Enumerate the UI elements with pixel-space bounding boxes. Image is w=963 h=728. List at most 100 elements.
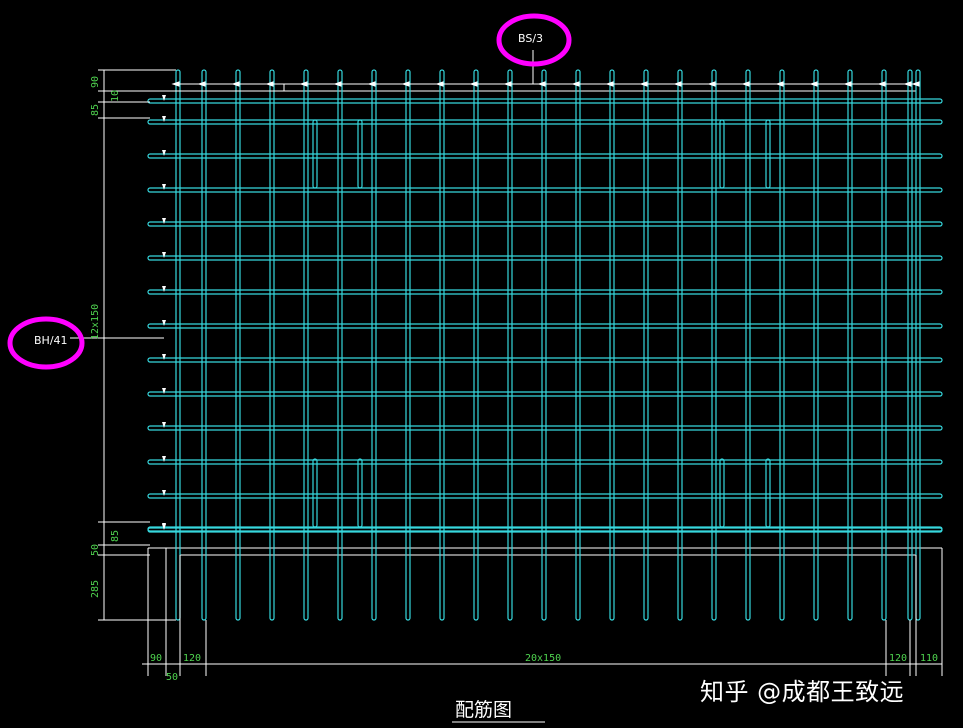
dimension-arrow <box>639 81 648 87</box>
vertical-rebar <box>915 69 921 621</box>
dim-left-85-bottom: 85 <box>110 530 121 542</box>
horizontal-rebar <box>147 391 943 397</box>
dimension-arrow <box>162 184 166 190</box>
dimension-arrow <box>435 81 444 87</box>
vertical-rebar <box>175 69 181 621</box>
dimension-arrow <box>162 320 166 326</box>
horizontal-rebar <box>147 221 943 227</box>
opening-rebar <box>765 458 771 528</box>
vertical-rebar <box>813 69 819 621</box>
dimension-arrow <box>673 81 682 87</box>
horizontal-bar-tag: BH/41 <box>34 334 68 347</box>
dimension-arrow <box>197 81 206 87</box>
vertical-rebar <box>847 69 853 621</box>
horizontal-rebar <box>147 526 943 532</box>
vertical-rebar-group <box>175 69 921 621</box>
horizontal-rebar <box>147 119 943 125</box>
horizontal-rebar <box>147 98 943 104</box>
vertical-rebar <box>745 69 751 621</box>
horizontal-rebar <box>147 255 943 261</box>
dim-bottom-90: 90 <box>150 653 162 664</box>
dimension-arrow <box>503 81 512 87</box>
vertical-rebar <box>201 69 207 621</box>
vertical-rebar <box>269 69 275 621</box>
dimension-arrow <box>741 81 750 87</box>
dimension-arrow <box>162 388 166 394</box>
vertical-rebar <box>235 69 241 621</box>
horizontal-rebar <box>147 323 943 329</box>
opening-rebar <box>357 458 363 528</box>
opening-rebar <box>719 458 725 528</box>
dim-bottom-110: 110 <box>920 653 938 664</box>
vertical-rebar <box>643 69 649 621</box>
dimension-arrow <box>162 490 166 496</box>
vertical-bar-tag: BS/3 <box>518 32 543 45</box>
horizontal-rebar <box>147 289 943 295</box>
dimension-arrow <box>537 81 546 87</box>
dimension-arrow <box>162 422 166 428</box>
dimension-arrow <box>162 150 166 156</box>
dim-left-10: 10 <box>110 90 121 102</box>
horizontal-rebar <box>147 493 943 499</box>
dim-bottom-50: 50 <box>166 672 178 683</box>
horizontal-rebar <box>147 459 943 465</box>
dimension-arrow <box>162 116 166 122</box>
horizontal-rebar <box>147 425 943 431</box>
dimension-arrow <box>605 81 614 87</box>
vertical-rebar <box>907 69 913 621</box>
vertical-rebar <box>405 69 411 621</box>
dimension-arrow <box>775 81 784 87</box>
dim-left-12x150: 12x150 <box>90 304 101 340</box>
panel-outline <box>148 90 942 556</box>
dim-left-285: 285 <box>90 580 101 598</box>
dim-bottom-120-right: 120 <box>889 653 907 664</box>
dimension-arrow <box>911 81 920 87</box>
horizontal-rebar <box>147 187 943 193</box>
dimension-arrow <box>162 95 166 101</box>
horizontal-rebar <box>147 357 943 363</box>
dimension-arrow <box>162 252 166 258</box>
horizontal-rebar-group <box>147 98 943 533</box>
dimension-arrow <box>231 81 240 87</box>
vertical-rebar <box>677 69 683 621</box>
dimension-arrow <box>401 81 410 87</box>
dim-bottom-20x150: 20x150 <box>525 653 561 664</box>
horizontal-rebar <box>147 153 943 159</box>
dimension-arrow <box>162 456 166 462</box>
dimension-arrow <box>171 81 180 87</box>
vertical-rebar <box>371 69 377 621</box>
vertical-rebar <box>881 69 887 621</box>
dimension-arrow <box>571 81 580 87</box>
vertical-rebar <box>337 69 343 621</box>
vertical-rebar <box>779 69 785 621</box>
dimension-arrow <box>265 81 274 87</box>
vertical-rebar <box>473 69 479 621</box>
dimension-arrow <box>843 81 852 87</box>
drawing-caption: 配筋图 <box>455 699 512 721</box>
dimension-arrow <box>707 81 716 87</box>
dim-left-90: 90 <box>90 76 101 88</box>
dimension-arrow <box>469 81 478 87</box>
rebar-drawing-canvas: 90 10 85 12x150 85 50 285 90 120 20x150 … <box>7 13 943 723</box>
dim-bottom-120-left: 120 <box>183 653 201 664</box>
dim-left-85-top: 85 <box>90 104 101 116</box>
vertical-rebar <box>575 69 581 621</box>
dim-left-50: 50 <box>90 544 101 556</box>
vertical-rebar <box>303 69 309 621</box>
left-dimension-labels: 90 10 85 12x150 85 50 285 <box>90 76 121 598</box>
watermark-text: 知乎 @成都王致远 <box>700 678 905 706</box>
vertical-rebar <box>541 69 547 621</box>
dimension-arrow <box>809 81 818 87</box>
dimension-arrow <box>162 218 166 224</box>
dimension-arrow <box>877 81 886 87</box>
dimension-arrow <box>333 81 342 87</box>
vertical-rebar <box>507 69 513 621</box>
dimension-arrow <box>903 81 912 87</box>
dimension-arrow <box>299 81 308 87</box>
vertical-rebar <box>711 69 717 621</box>
dimension-arrow <box>367 81 376 87</box>
vertical-rebar <box>609 69 615 621</box>
vertical-rebar <box>439 69 445 621</box>
dimension-arrow <box>162 286 166 292</box>
dimension-arrow <box>162 354 166 360</box>
